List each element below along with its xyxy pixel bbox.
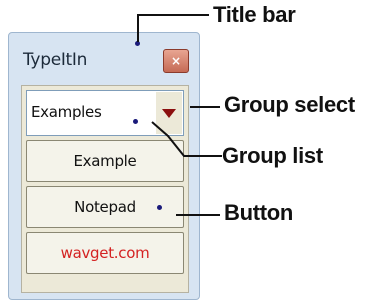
notepad-button-label: Notepad	[74, 198, 136, 216]
group-list-callout-line	[151, 121, 222, 157]
group-list-pointer-dot	[133, 119, 138, 124]
title-bar[interactable]: TypeItIn ×	[9, 33, 199, 83]
example-button-label: Example	[73, 152, 137, 170]
notepad-button[interactable]: Notepad	[26, 186, 184, 228]
button-pointer-dot	[157, 205, 162, 210]
title-bar-callout-line-h	[137, 14, 209, 16]
typeitin-window: TypeItIn × Examples Example Notepad wavg…	[8, 32, 200, 300]
wavget-button-label: wavget.com	[60, 244, 150, 262]
button-callout-label: Button	[224, 200, 294, 225]
title-bar-callout-line-v	[137, 14, 139, 42]
close-button[interactable]: ×	[163, 49, 189, 73]
group-select-value: Examples	[31, 103, 102, 121]
group-select-callout-label: Group select	[224, 92, 355, 117]
title-bar-callout-label: Title bar	[213, 2, 296, 27]
window-title: TypeItIn	[23, 50, 88, 70]
wavget-link-button[interactable]: wavget.com	[26, 232, 184, 274]
window-client-area: Examples Example Notepad wavget.com	[21, 85, 189, 293]
dropdown-arrow-icon	[162, 108, 176, 118]
close-icon: ×	[170, 54, 182, 68]
button-callout-line	[176, 214, 220, 216]
group-list-callout-label: Group list	[222, 143, 323, 168]
group-select-callout-line	[190, 106, 220, 108]
